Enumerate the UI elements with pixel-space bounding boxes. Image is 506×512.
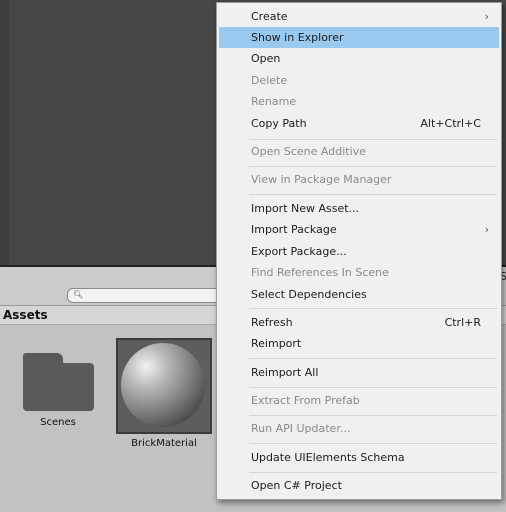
scene-view-edge	[0, 0, 9, 266]
chevron-right-icon: ›	[484, 10, 489, 23]
menu-item-view-in-package-manager[interactable]: View in Package Manager	[219, 169, 499, 190]
folder-icon	[22, 353, 94, 413]
unity-editor-window: 🔍︎ S Assets Scenes BrickMaterial Create …	[0, 0, 506, 512]
menu-item-find-references-in-scene[interactable]: Find References In Scene	[219, 262, 499, 283]
menu-item-open[interactable]: Open	[219, 48, 499, 69]
menu-separator	[249, 443, 497, 444]
menu-item-extract-from-prefab[interactable]: Extract From Prefab	[219, 390, 499, 411]
menu-separator	[249, 472, 497, 473]
assets-title[interactable]: Assets	[3, 308, 48, 322]
material-sphere-icon	[121, 343, 205, 427]
menu-separator	[249, 415, 497, 416]
menu-separator	[249, 308, 497, 309]
asset-item-brickmaterial[interactable]: BrickMaterial	[114, 338, 214, 449]
menu-item-open-csharp-project[interactable]: Open C# Project	[219, 475, 499, 496]
menu-item-update-uielements-schema[interactable]: Update UIElements Schema	[219, 447, 499, 468]
menu-item-import-new-asset[interactable]: Import New Asset...	[219, 198, 499, 219]
menu-item-select-dependencies[interactable]: Select Dependencies	[219, 284, 499, 305]
menu-item-open-scene-additive[interactable]: Open Scene Additive	[219, 141, 499, 162]
search-input[interactable]: 🔍︎	[67, 288, 229, 303]
menu-item-export-package[interactable]: Export Package...	[219, 241, 499, 262]
menu-separator	[249, 358, 497, 359]
menu-item-create[interactable]: Create ›	[219, 6, 499, 27]
search-icon: 🔍︎	[73, 290, 84, 299]
shortcut-label: Ctrl+R	[444, 316, 481, 329]
material-preview	[116, 338, 212, 434]
asset-item-scenes[interactable]: Scenes	[8, 345, 108, 428]
menu-separator	[249, 166, 497, 167]
shortcut-label: Alt+Ctrl+C	[420, 117, 481, 130]
menu-item-reimport-all[interactable]: Reimport All	[219, 362, 499, 383]
menu-item-rename[interactable]: Rename	[219, 91, 499, 112]
menu-item-refresh[interactable]: Refresh Ctrl+R	[219, 312, 499, 333]
context-menu: Create › Show in Explorer Open Delete Re…	[216, 2, 502, 500]
menu-separator	[249, 194, 497, 195]
asset-label: Scenes	[40, 417, 76, 428]
menu-item-show-in-explorer[interactable]: Show in Explorer	[219, 27, 499, 48]
chevron-right-icon: ›	[484, 223, 489, 236]
menu-item-run-api-updater[interactable]: Run API Updater...	[219, 418, 499, 439]
menu-item-reimport[interactable]: Reimport	[219, 333, 499, 354]
menu-separator	[249, 387, 497, 388]
menu-item-copy-path[interactable]: Copy Path Alt+Ctrl+C	[219, 113, 499, 134]
asset-label: BrickMaterial	[131, 438, 197, 449]
menu-item-delete[interactable]: Delete	[219, 70, 499, 91]
menu-separator	[249, 139, 497, 140]
menu-item-import-package[interactable]: Import Package ›	[219, 219, 499, 240]
